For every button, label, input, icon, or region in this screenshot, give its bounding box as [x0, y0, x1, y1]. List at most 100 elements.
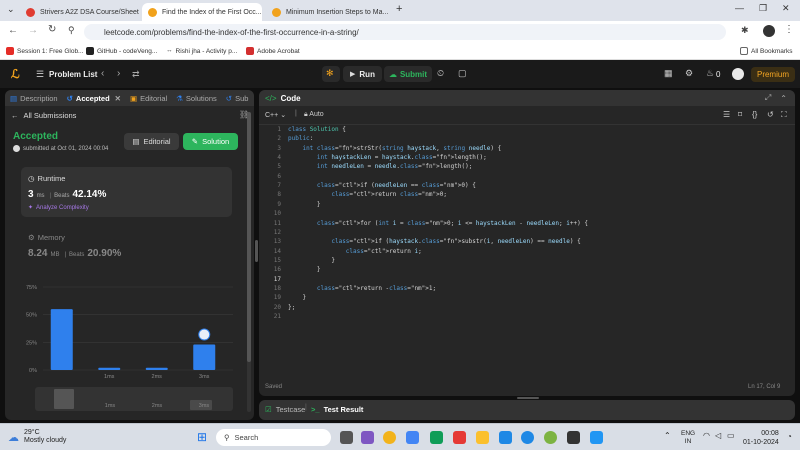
mail-icon[interactable] [499, 431, 512, 444]
tab-solutions[interactable]: ⚗ Solutions [176, 94, 217, 103]
language-select[interactable]: C++ ⌄ [265, 111, 286, 119]
notes-icon[interactable]: ▢ [458, 68, 467, 79]
braces-icon[interactable]: {} [752, 110, 757, 119]
code-line[interactable]: } [288, 294, 306, 301]
minimize-icon[interactable]: — [735, 3, 744, 13]
vscode-icon[interactable] [590, 431, 603, 444]
tab-editorial[interactable]: ▣ Editorial [130, 94, 167, 103]
problem-list-link[interactable]: Problem List [49, 70, 97, 79]
code-line[interactable]: class="ctl">return i; [288, 248, 422, 255]
bookmark-item[interactable]: Session 1: Free Glob... [6, 47, 83, 55]
chrome-active-icon[interactable] [544, 431, 557, 444]
forward-icon[interactable]: → [28, 25, 38, 36]
layout-grid-icon[interactable]: ▦ [664, 68, 673, 79]
code-line[interactable]: class="ctl">if (haystack.class="fn">subs… [288, 238, 580, 245]
panel-resize-handle[interactable] [517, 397, 539, 399]
teams-icon[interactable] [406, 431, 419, 444]
chrome-icon[interactable] [383, 431, 396, 444]
copilot-icon[interactable] [361, 431, 374, 444]
weather-widget[interactable]: ☁ 29°C Mostly cloudy [8, 429, 66, 445]
language-indicator[interactable]: ENG IN [681, 430, 695, 446]
battery-icon[interactable]: ▭ [727, 431, 735, 440]
site-info-icon[interactable]: ⚲ [68, 25, 75, 36]
reload-icon[interactable]: ↻ [48, 24, 56, 35]
tab-description[interactable]: ▤ Description [10, 94, 58, 103]
tab-accepted[interactable]: ↺ Accepted ✕ [67, 94, 121, 103]
edge-icon[interactable] [521, 431, 534, 444]
solution-button[interactable]: ✎ Solution [183, 133, 238, 150]
tab-submissions[interactable]: ↺ Sub [226, 94, 249, 103]
run-button[interactable]: ▶ Run [343, 66, 382, 82]
user-avatar[interactable] [732, 68, 744, 80]
address-bar[interactable]: leetcode.com/problems/find-the-index-of-… [84, 24, 726, 40]
left-panel-scrollbar[interactable] [247, 112, 251, 412]
all-submissions-link[interactable]: ← All Submissions [11, 111, 76, 120]
maximize-icon[interactable]: ❐ [759, 3, 767, 14]
profile-avatar[interactable] [763, 25, 775, 37]
wifi-icon[interactable]: ◠ [703, 431, 710, 440]
settings-gear-icon[interactable]: ⚙ [685, 68, 693, 79]
code-line[interactable]: } [288, 257, 335, 264]
debug-button[interactable]: ✻ [322, 66, 340, 82]
streak-fire-icon[interactable]: ♨ [706, 68, 714, 79]
bookmark-item[interactable]: ↔ Rishi jha - Activity p... [166, 47, 237, 55]
bookmark-item[interactable]: GitHub - codeVeng... [86, 47, 157, 55]
browser-tab-1[interactable]: Find the Index of the First Occ... ✕ [142, 3, 262, 21]
code-line[interactable]: class="ctl">return -class="nm">1; [288, 285, 436, 292]
terminal-icon[interactable] [567, 431, 580, 444]
bookmark-item[interactable]: Adobe Acrobat [246, 47, 300, 55]
windows-start-icon[interactable]: ⊞ [197, 430, 207, 444]
reset-icon[interactable]: ↺ [767, 110, 774, 119]
new-tab-button[interactable]: + [396, 3, 402, 15]
store-icon[interactable] [430, 431, 443, 444]
bookmark-icon[interactable]: ⌑ [738, 110, 742, 119]
clock[interactable]: 00:08 01-10-2024 [743, 429, 779, 447]
notification-icon[interactable]: ◔ [787, 432, 792, 441]
timer-icon[interactable]: ⏲ [437, 68, 444, 79]
submit-button[interactable]: ☁ Submit [384, 66, 432, 82]
shuffle-icon[interactable]: ⇄ [132, 69, 140, 80]
tab-test-result[interactable]: >_ Test Result [311, 405, 363, 414]
next-problem-icon[interactable]: › [117, 68, 120, 79]
task-view-icon[interactable] [340, 431, 353, 444]
code-line[interactable]: class="ctl">if (needleLen == class="nm">… [288, 182, 476, 189]
tab-testcase[interactable]: ☑ Testcase [265, 405, 305, 414]
close-window-icon[interactable]: ✕ [782, 3, 790, 14]
all-bookmarks[interactable]: All Bookmarks [740, 47, 793, 55]
editorial-button[interactable]: ▤ Editorial [124, 133, 179, 150]
browser-tab-0[interactable]: Strivers A2Z DSA Course/Sheet ✕ [20, 3, 140, 21]
premium-button[interactable]: Premium [751, 67, 795, 82]
code-editor[interactable]: 1 class Solution {2 public: 3 int class="fn… [259, 126, 795, 376]
code-line[interactable]: }; [288, 304, 295, 311]
extensions-icon[interactable]: ✱ [741, 25, 749, 36]
code-line[interactable]: class Solution { [288, 126, 346, 133]
tab-search-icon[interactable]: ⌄ [7, 4, 15, 15]
close-tab-icon[interactable]: ✕ [139, 8, 140, 17]
code-line[interactable]: public: [288, 135, 313, 142]
browser-menu-icon[interactable]: ⋮ [784, 24, 794, 35]
panel-resize-handle[interactable] [255, 240, 258, 262]
maximize-panel-icon[interactable]: ⤢ [765, 93, 771, 103]
code-line[interactable]: class="ctl">for (int i = class="nm">0; i… [288, 220, 588, 227]
taskbar-search[interactable]: ⚲ Search [216, 429, 331, 446]
browser-tab-2[interactable]: Minimum Insertion Steps to Ma... ✕ [266, 3, 390, 21]
file-explorer-icon[interactable] [476, 431, 489, 444]
scrollbar-thumb[interactable] [247, 112, 251, 362]
collapse-panel-icon[interactable]: ⌃ [780, 94, 787, 103]
fullscreen-icon[interactable]: ⛶ [781, 110, 787, 120]
prev-problem-icon[interactable]: ‹ [101, 68, 104, 79]
runtime-card[interactable]: ◷ Runtime 3 ms | Beats 42.14% ✦ Analyze … [21, 167, 232, 217]
code-line[interactable]: class="ctl">return class="nm">0; [288, 191, 447, 198]
volume-icon[interactable]: ◁ [715, 431, 721, 440]
code-line[interactable]: int haystackLen = haystack.class="fn">le… [288, 154, 487, 161]
format-icon[interactable]: ☰ [723, 110, 730, 119]
auto-mode-toggle[interactable]: 🔒︎ Auto [304, 111, 324, 119]
code-line[interactable]: } [288, 201, 321, 208]
app-icon[interactable] [453, 431, 466, 444]
code-line[interactable]: } [288, 266, 321, 273]
back-icon[interactable]: ← [8, 25, 18, 36]
close-tab-icon[interactable]: ✕ [388, 8, 390, 17]
leetcode-logo-icon[interactable]: ℒ [11, 67, 20, 81]
close-tab-icon[interactable]: ✕ [115, 94, 121, 103]
code-line[interactable]: int needleLen = needle.class="fn">length… [288, 163, 472, 170]
